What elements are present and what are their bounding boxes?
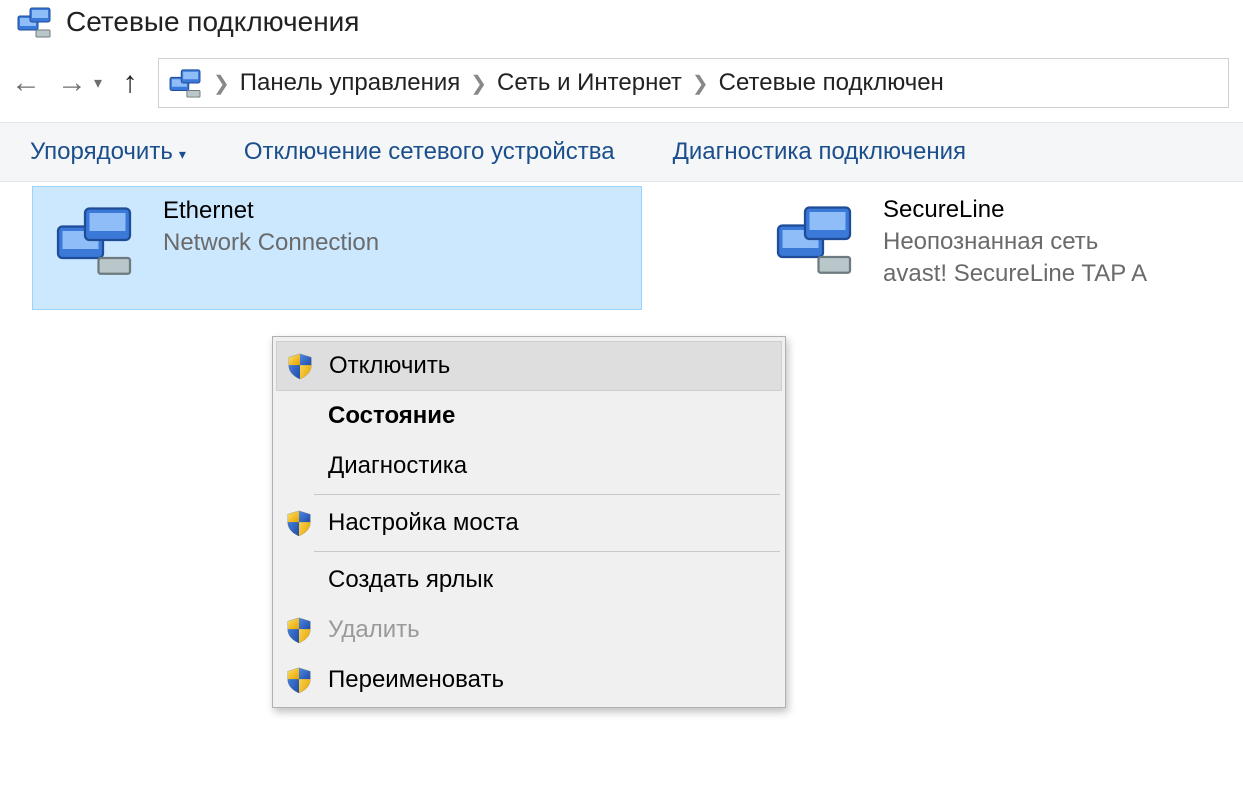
forward-button[interactable]: → xyxy=(54,68,90,98)
breadcrumb-item-network-internet[interactable]: Сеть и Интернет xyxy=(497,69,682,97)
blank-icon xyxy=(284,401,314,431)
connection-item-ethernet[interactable]: Ethernet Network Connection xyxy=(32,186,642,310)
shield-icon xyxy=(284,508,314,538)
chevron-down-icon: ▾ xyxy=(179,146,186,163)
menu-label: Состояние xyxy=(328,402,455,430)
menu-item-status[interactable]: Состояние xyxy=(276,391,782,441)
network-connections-icon xyxy=(14,6,54,38)
window-title: Сетевые подключения xyxy=(66,6,359,38)
menu-item-diagnose[interactable]: Диагностика xyxy=(276,441,782,491)
chevron-right-icon[interactable]: ❯ xyxy=(213,71,230,96)
organize-button[interactable]: Упорядочить ▾ xyxy=(30,138,186,166)
blank-icon xyxy=(284,451,314,481)
breadcrumb-root-icon xyxy=(167,68,203,98)
menu-label: Отключить xyxy=(329,352,450,380)
connection-status: Network Connection xyxy=(163,229,379,257)
breadcrumb[interactable]: ❯ Панель управления ❯ Сеть и Интернет ❯ … xyxy=(158,58,1229,108)
chevron-right-icon[interactable]: ❯ xyxy=(692,71,709,96)
disable-device-button[interactable]: Отключение сетевого устройства xyxy=(244,138,615,166)
menu-label: Переименовать xyxy=(328,666,504,694)
shield-icon xyxy=(285,351,315,381)
context-menu: Отключить Состояние Диагностика Настройк… xyxy=(272,336,786,708)
menu-item-bridge[interactable]: Настройка моста xyxy=(276,498,782,548)
menu-separator xyxy=(314,494,780,495)
shield-icon xyxy=(284,665,314,695)
menu-item-create-shortcut[interactable]: Создать ярлык xyxy=(276,555,782,605)
connection-device: avast! SecureLine TAP A xyxy=(883,260,1147,288)
menu-item-delete: Удалить xyxy=(276,605,782,655)
menu-separator xyxy=(314,551,780,552)
breadcrumb-item-control-panel[interactable]: Панель управления xyxy=(240,69,460,97)
shield-icon xyxy=(284,615,314,645)
menu-label: Создать ярлык xyxy=(328,566,493,594)
network-adapter-icon xyxy=(45,195,143,285)
menu-item-rename[interactable]: Переименовать xyxy=(276,655,782,705)
back-button[interactable]: ← xyxy=(8,68,44,98)
blank-icon xyxy=(284,565,314,595)
recent-locations-dropdown[interactable]: ▾ xyxy=(94,73,102,93)
connection-status: Неопознанная сеть xyxy=(883,228,1147,256)
menu-label: Диагностика xyxy=(328,452,467,480)
connection-name: Ethernet xyxy=(163,197,379,225)
up-button[interactable]: ↑ xyxy=(112,68,148,98)
diagnose-connection-button[interactable]: Диагностика подключения xyxy=(673,138,966,166)
menu-label: Удалить xyxy=(328,616,420,644)
menu-item-disable[interactable]: Отключить xyxy=(276,341,782,391)
toolbar: Упорядочить ▾ Отключение сетевого устрой… xyxy=(0,122,1243,182)
nav-area: ← → ▾ ↑ ❯ Панель управления ❯ Сеть и Инт… xyxy=(0,48,1243,122)
organize-label: Упорядочить xyxy=(30,138,173,166)
chevron-right-icon[interactable]: ❯ xyxy=(470,71,487,96)
connection-name: SecureLine xyxy=(883,196,1147,224)
titlebar: Сетевые подключения xyxy=(0,0,1243,48)
menu-label: Настройка моста xyxy=(328,509,519,537)
connection-item-secureline[interactable]: SecureLine Неопознанная сеть avast! Secu… xyxy=(753,186,1243,296)
breadcrumb-item-network-connections[interactable]: Сетевые подключен xyxy=(719,69,944,97)
network-adapter-icon xyxy=(765,194,863,284)
